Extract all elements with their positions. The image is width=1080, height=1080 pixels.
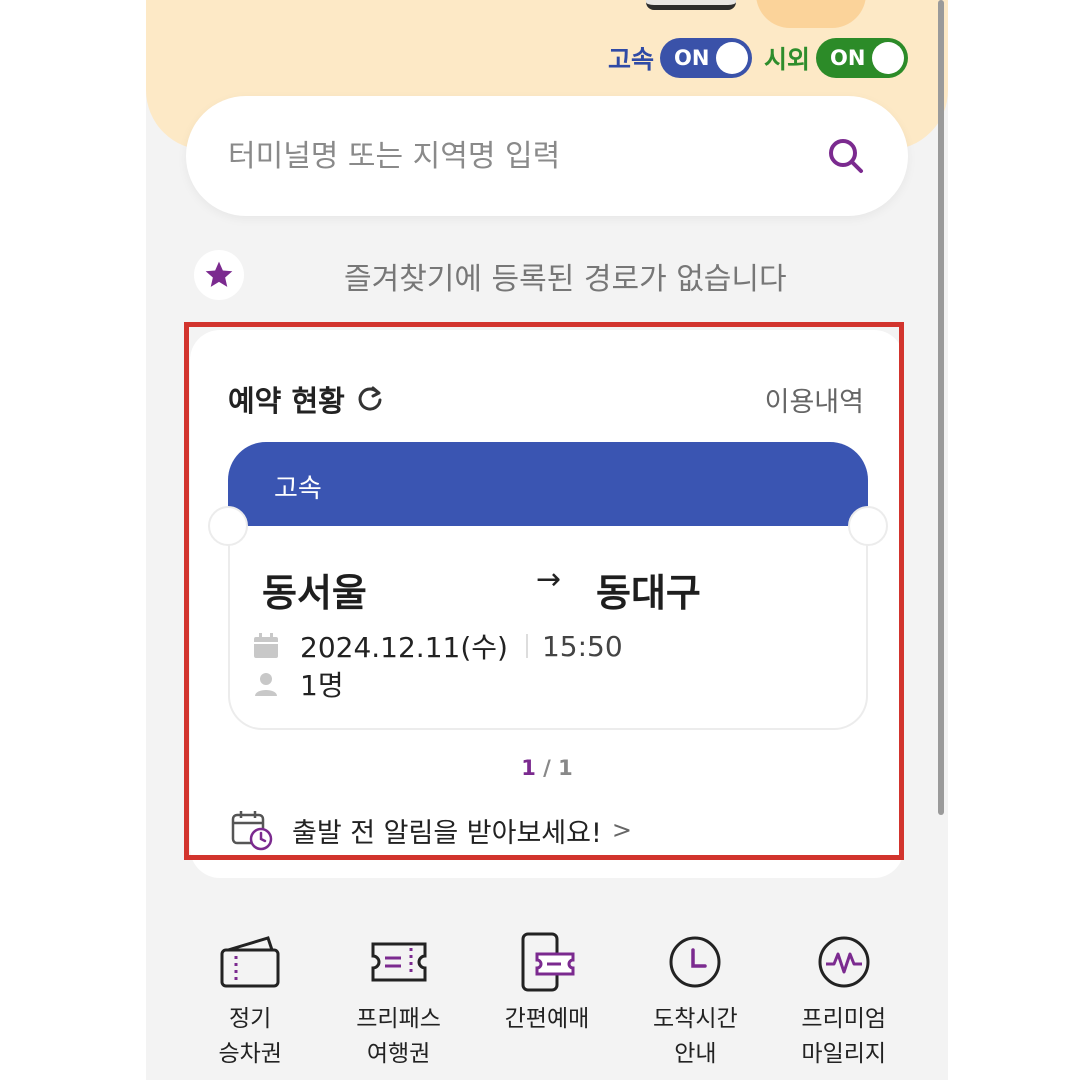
passenger-count-row: 1명: [252, 664, 344, 704]
passenger-count: 1명: [300, 669, 344, 702]
usage-history-link[interactable]: 이용내역: [765, 380, 864, 419]
clock-icon: [669, 936, 721, 988]
menu-commuter-pass[interactable]: 정기 승차권: [180, 930, 320, 1072]
bus-type-toggles: 고속 ON 시외 ON: [608, 38, 908, 78]
ticket-card[interactable]: 고속 동서울 → 동대구 2024.12.11(수) 15:50 1명: [208, 442, 888, 730]
toggle-knob: [872, 42, 904, 74]
ticket-notch: [208, 506, 248, 546]
star-icon: [205, 261, 233, 287]
search-input[interactable]: [228, 138, 788, 174]
favorites-button[interactable]: [194, 250, 244, 300]
express-toggle-state: ON: [673, 46, 710, 70]
departure-datetime: 2024.12.11(수) 15:50: [252, 626, 623, 666]
calendar-icon: [254, 633, 278, 658]
wallet-icon: [220, 936, 280, 988]
menu-label: 간편예매: [504, 1006, 590, 1032]
mobile-ticket-icon: [521, 932, 575, 992]
app-screen: 고속 ON 시외 ON 즐겨찾기에 등록된 경로가 없습니다 예약 현황: [146, 0, 948, 1080]
calendar-clock-icon: [231, 811, 273, 851]
ticket-type-label: 고속: [274, 474, 322, 504]
intercity-toggle-label: 시외: [763, 45, 810, 74]
favorites-empty-text: 즐겨찾기에 등록된 경로가 없습니다: [344, 262, 787, 297]
departure-date: 2024.12.11(수): [300, 631, 508, 664]
arrow-right-icon: →: [536, 562, 562, 597]
pager-total: / 1: [543, 756, 573, 780]
quick-menu: 정기 승차권 프리패스 여행권 간편예매 도착시간 안내 프리미엄 마일리지: [146, 930, 948, 1072]
arrival-terminal: 동대구: [596, 571, 701, 615]
menu-label: 도착시간 안내: [653, 1006, 738, 1067]
menu-label: 정기 승차권: [218, 1006, 282, 1067]
divider: [525, 634, 528, 658]
reservation-title-row: 예약 현황: [228, 378, 385, 420]
ticket-body: 동서울 → 동대구 2024.12.11(수) 15:50 1명: [228, 526, 868, 730]
banner-illustration-circle: [756, 0, 866, 28]
toggle-knob: [715, 42, 748, 74]
menu-free-pass[interactable]: 프리패스 여행권: [329, 930, 469, 1072]
person-icon: [255, 673, 277, 696]
departure-terminal: 동서울: [262, 571, 367, 615]
banner-illustration: [646, 0, 736, 10]
departure-time: 15:50: [541, 629, 623, 663]
menu-label: 프리미엄 마일리지: [801, 1006, 887, 1067]
ticket-pass-icon: [371, 942, 427, 982]
reservation-card: 예약 현황 이용내역 고속 동서울 → 동대구 2024.12.11(수) 15…: [190, 330, 904, 878]
alarm-text: 출발 전 알림을 받아보세요!: [292, 817, 602, 849]
express-toggle[interactable]: ON: [659, 38, 752, 78]
search-bar[interactable]: [186, 96, 908, 216]
ticket-header: 고속: [228, 442, 868, 526]
intercity-toggle[interactable]: ON: [816, 38, 908, 78]
menu-premium-mileage[interactable]: 프리미엄 마일리지: [774, 930, 914, 1072]
pager-current: 1: [521, 756, 536, 780]
reservation-title: 예약 현황: [228, 384, 345, 418]
menu-easy-booking[interactable]: 간편예매: [477, 930, 617, 1072]
search-icon[interactable]: [826, 136, 866, 176]
intercity-toggle-state: ON: [830, 46, 866, 70]
chevron-right-icon: >: [611, 816, 632, 844]
scrollbar[interactable]: [938, 0, 944, 815]
ticket-pager: 1 / 1: [190, 756, 904, 780]
departure-alarm-link[interactable]: 출발 전 알림을 받아보세요! >: [230, 808, 632, 852]
menu-label: 프리패스 여행권: [356, 1006, 441, 1067]
menu-arrival-time[interactable]: 도착시간 안내: [625, 930, 765, 1072]
ticket-notch: [848, 506, 888, 546]
mileage-icon: [818, 936, 870, 988]
refresh-icon[interactable]: [355, 384, 385, 414]
express-toggle-label: 고속: [607, 45, 654, 74]
